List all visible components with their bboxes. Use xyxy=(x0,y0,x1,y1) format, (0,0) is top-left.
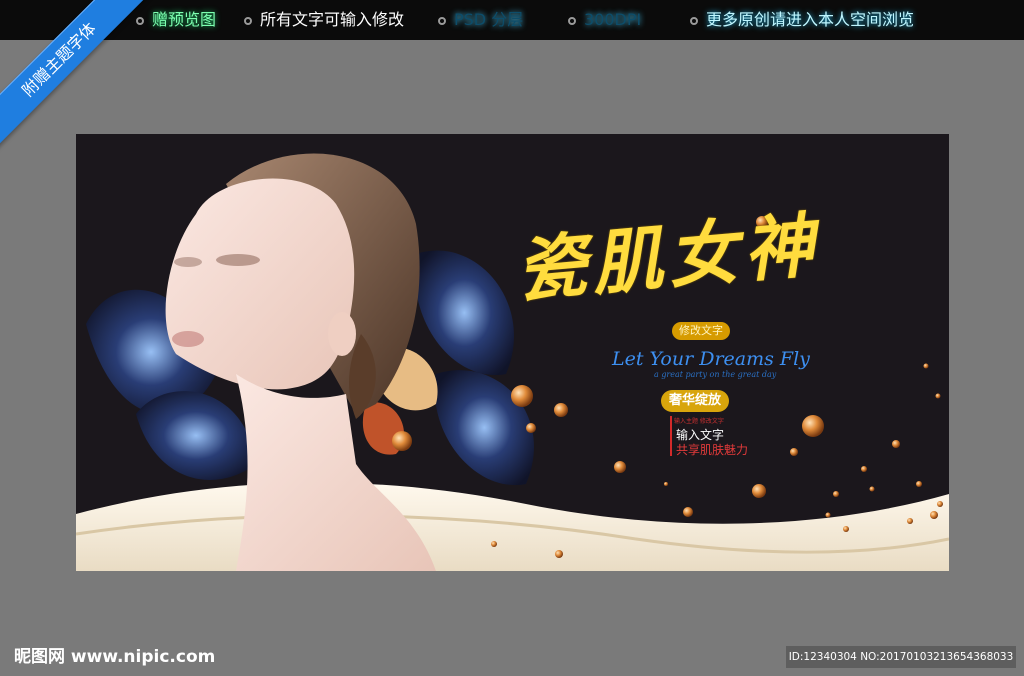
image-id-box: ID:12340304 NO:20170103213654368033 xyxy=(786,646,1016,668)
poster-preview: 瓷肌女神 修改文字 Let Your Dreams Fly a great pa… xyxy=(76,134,949,571)
edit-text-badge: 修改文字 xyxy=(672,322,730,340)
bullet-icon xyxy=(244,16,252,25)
tagline-script: Let Your Dreams Fly xyxy=(612,348,810,370)
topbar-item-more: 更多原创请进入本人空间浏览 xyxy=(690,10,914,30)
ribbon-label: 附赠主题字体 xyxy=(0,0,153,154)
bullet-icon xyxy=(690,16,698,25)
tagline-subtext: a great party on the great day xyxy=(654,370,777,379)
topbar-item-editable: 所有文字可输入修改 xyxy=(244,10,404,30)
poster-artwork xyxy=(76,153,949,571)
bullet-icon xyxy=(568,16,576,25)
bullet-icon xyxy=(438,16,446,25)
note-divider xyxy=(670,416,672,456)
cream-wave xyxy=(76,482,949,571)
luxury-bloom-badge: 奢华绽放 xyxy=(661,390,730,412)
topbar-item-dpi: 300DPI xyxy=(568,10,641,30)
note-line-2: 共享肌肤魅力 xyxy=(676,443,749,457)
note-small-text: 输入主题 修改文字 xyxy=(674,418,724,425)
topbar-item-psd: PSD 分层 xyxy=(438,10,523,30)
nipic-logo: 昵图网 www.nipic.com xyxy=(14,647,216,667)
